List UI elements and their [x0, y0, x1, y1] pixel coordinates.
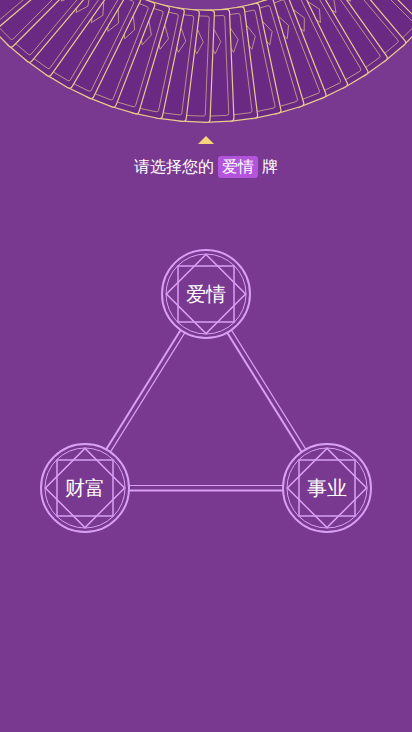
node-label: 事业 [307, 476, 347, 500]
prompt-text: 请选择您的 [134, 156, 214, 178]
node-label: 爱情 [186, 282, 226, 306]
prompt-highlight: 爱情 [218, 156, 258, 178]
spread-node[interactable]: 爱情 [160, 248, 252, 340]
node-label: 财富 [65, 476, 105, 500]
pointer-icon [198, 136, 214, 144]
card-fan[interactable] [0, 0, 412, 128]
spread-node[interactable]: 事业 [281, 442, 373, 534]
prompt-text: 牌 [262, 156, 278, 178]
tarot-page: 请选择您的爱情牌爱情财富事业 [0, 0, 412, 732]
prompt: 请选择您的爱情牌 [134, 156, 278, 178]
spread-diagram: 爱情财富 事业 [0, 244, 412, 564]
spread-node[interactable]: 财富 [39, 442, 131, 534]
